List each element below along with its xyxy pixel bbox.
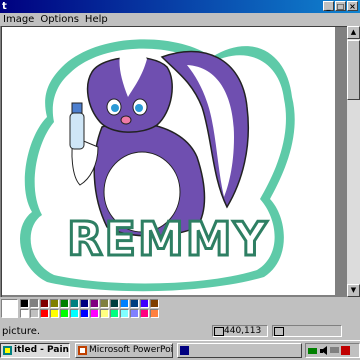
palette-swatch[interactable]	[80, 309, 89, 318]
palette-swatch[interactable]	[20, 299, 29, 308]
selection-size-icon	[274, 327, 284, 336]
status-bar: picture. 440,113	[0, 323, 360, 340]
drawing-surface[interactable]: REMMY	[2, 27, 335, 295]
tray-speaker-icon[interactable]	[319, 346, 328, 355]
palette-swatch[interactable]	[60, 299, 69, 308]
palette-swatch[interactable]	[140, 299, 149, 308]
palette-swatch[interactable]	[130, 309, 139, 318]
palette-swatch[interactable]	[30, 299, 39, 308]
palette-swatch[interactable]	[50, 299, 59, 308]
menu-bar: Image Options Help	[0, 13, 360, 26]
palette-swatch[interactable]	[90, 309, 99, 318]
cursor-position-icon	[214, 327, 224, 336]
window-title: t	[2, 1, 7, 12]
palette-swatch[interactable]	[150, 309, 159, 318]
tray-app-icon[interactable]	[341, 346, 350, 355]
palette-swatch[interactable]	[90, 299, 99, 308]
maximize-button[interactable]: □	[335, 1, 346, 11]
powerpoint-icon	[78, 346, 87, 355]
selection-size	[272, 325, 342, 337]
palette-swatch[interactable]	[110, 309, 119, 318]
menu-image[interactable]: Image	[0, 13, 37, 26]
tray-network-icon[interactable]	[308, 346, 317, 355]
scroll-up-button[interactable]: ▲	[347, 26, 360, 39]
palette-swatch[interactable]	[100, 299, 109, 308]
palette-swatch[interactable]	[70, 309, 79, 318]
palette-swatch[interactable]	[140, 309, 149, 318]
status-help-text: picture.	[2, 326, 41, 337]
canvas-area[interactable]: REMMY	[1, 26, 347, 297]
close-button[interactable]: ×	[347, 1, 358, 11]
remmy-title: REMMY	[67, 212, 269, 266]
task-other[interactable]	[177, 343, 302, 358]
system-tray	[305, 343, 360, 358]
tray-monitor-icon[interactable]	[330, 346, 339, 355]
palette-swatch[interactable]	[120, 299, 129, 308]
palette-swatch[interactable]	[130, 299, 139, 308]
palette-swatch[interactable]	[110, 299, 119, 308]
current-color-box[interactable]	[1, 299, 18, 318]
minimize-button[interactable]: _	[323, 1, 334, 11]
menu-options[interactable]: Options	[37, 13, 82, 26]
palette-swatch[interactable]	[20, 309, 29, 318]
palette-swatch[interactable]	[70, 299, 79, 308]
palette-swatch[interactable]	[150, 299, 159, 308]
taskbar: itled - Paint Microsoft PowerPoint - [mo	[0, 340, 360, 360]
vertical-scrollbar[interactable]: ▲ ▼	[347, 26, 360, 297]
palette-swatch[interactable]	[100, 309, 109, 318]
window-icon	[180, 346, 189, 355]
color-palette	[0, 297, 360, 321]
remmy-drawing: REMMY	[19, 39, 295, 292]
task-powerpoint[interactable]: Microsoft PowerPoint - [mo	[75, 343, 173, 358]
paint-app-icon	[3, 346, 12, 355]
palette-swatch[interactable]	[30, 309, 39, 318]
menu-help[interactable]: Help	[82, 13, 111, 26]
palette-swatch[interactable]	[50, 309, 59, 318]
scroll-down-button[interactable]: ▼	[347, 284, 360, 297]
palette-swatch[interactable]	[40, 299, 49, 308]
scroll-thumb[interactable]	[347, 40, 360, 100]
task-paint[interactable]: itled - Paint	[0, 343, 70, 358]
title-bar[interactable]: t _ □ ×	[0, 0, 360, 13]
cursor-coords-text: 440,113	[224, 326, 262, 336]
palette-swatch[interactable]	[120, 309, 129, 318]
palette-swatch[interactable]	[80, 299, 89, 308]
palette-swatch[interactable]	[40, 309, 49, 318]
palette-swatch[interactable]	[60, 309, 69, 318]
cursor-coords: 440,113	[212, 325, 268, 337]
